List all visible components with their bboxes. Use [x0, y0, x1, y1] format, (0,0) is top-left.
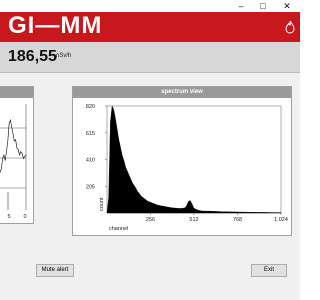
- spectrum-y-tick-label: 410: [86, 158, 95, 164]
- spectrum-y-tick-label: 615: [86, 131, 95, 137]
- minimize-button[interactable]: –: [230, 0, 252, 12]
- close-button[interactable]: ✕: [276, 0, 298, 12]
- spectrum-x-tick-label: 768: [233, 217, 242, 223]
- history-chart: 50: [0, 104, 27, 220]
- spectrum-title: spectrum view: [73, 87, 291, 98]
- spectrum-y-tick-label: 205: [86, 184, 95, 190]
- spectrum-x-tick-label: 512: [189, 217, 198, 223]
- dose-rate-value: 186,55: [8, 48, 57, 65]
- spectrum-chart: 205 410 615 820 256 512 768 1.024 channel count: [86, 104, 288, 232]
- spectrum-y-tick-label: 820: [86, 104, 95, 110]
- dose-rate-unit: nSv/h: [56, 53, 72, 59]
- history-x-tick-label: 0: [23, 214, 26, 220]
- spectrum-x-axis-label: channel: [109, 226, 128, 232]
- history-x-tick-label: 5: [7, 214, 10, 220]
- history-chart-header: [0, 87, 33, 98]
- exit-button[interactable]: Exit: [251, 264, 287, 277]
- title-bar: – □ ✕: [0, 0, 300, 12]
- spectrum-x-tick-label: 1.024: [274, 217, 288, 223]
- logo: GI—MM: [8, 12, 103, 39]
- history-plot-area: [0, 104, 26, 210]
- mute-alert-button[interactable]: Mute alert: [36, 264, 74, 277]
- spectrum-x-tick-label: 256: [146, 217, 155, 223]
- flame-icon: [285, 20, 295, 34]
- maximize-button[interactable]: □: [252, 0, 274, 12]
- spectrum-y-axis-label: count: [99, 197, 105, 211]
